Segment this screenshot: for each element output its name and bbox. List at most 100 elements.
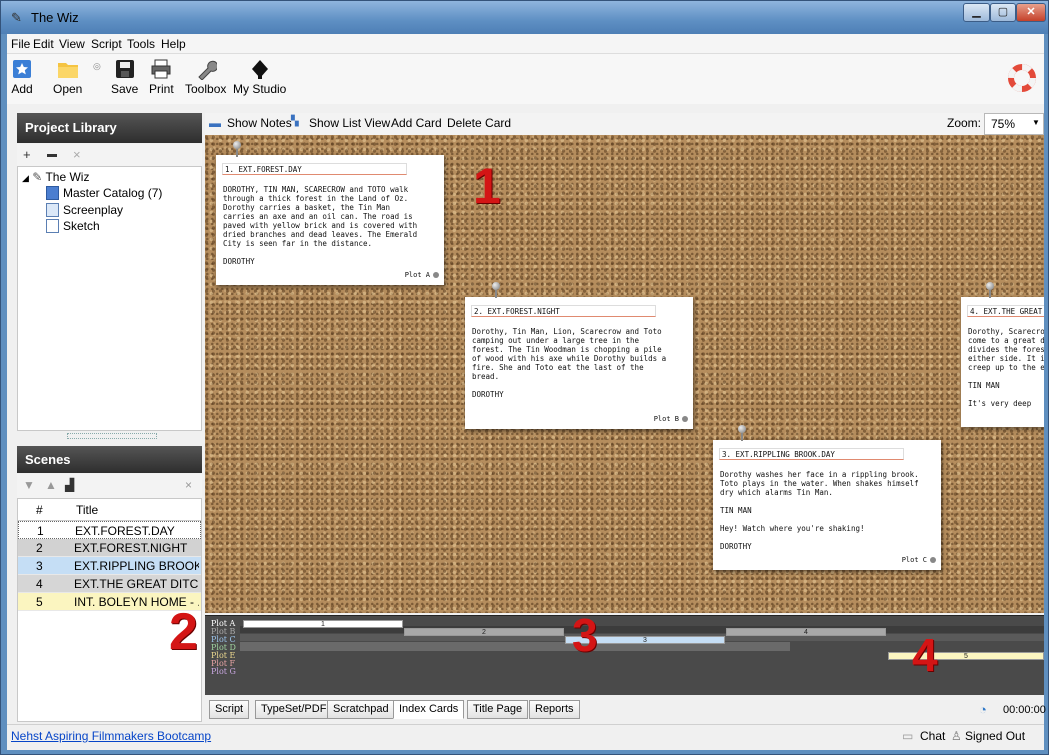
timeline-bar[interactable]: 2 (404, 628, 564, 636)
card-body[interactable]: DOROTHY, TIN MAN, SCARECROW and TOTO wal… (223, 185, 417, 266)
sketch-icon (46, 219, 59, 233)
catalog-icon (46, 186, 59, 200)
app-logo-icon: ✎ (11, 10, 22, 25)
open-button[interactable]: Open (53, 58, 82, 96)
close-button[interactable]: ✕ (1016, 3, 1046, 22)
open-label: Open (53, 82, 83, 96)
project-library-header: Project Library (17, 113, 202, 143)
split-scene-icon[interactable]: ▟ (65, 478, 74, 492)
remove-scene-icon[interactable]: × (185, 478, 192, 492)
tab-index-cards[interactable]: Index Cards (393, 700, 465, 719)
delete-icon[interactable]: × (73, 147, 81, 162)
table-row[interactable]: 3 EXT.RIPPLING BROOK.... (18, 557, 201, 575)
move-down-icon[interactable]: ▼ (23, 478, 35, 492)
zoom-select[interactable]: 75% ▼ (984, 113, 1044, 135)
menu-bar: File Edit View Script Tools Help (7, 34, 1044, 54)
index-card-2[interactable]: 2. EXT.FOREST.NIGHT Dorothy, Tin Man, Li… (465, 297, 693, 429)
card-heading[interactable]: 4. EXT.THE GREAT DI (967, 305, 1044, 317)
table-row[interactable]: 2 EXT.FOREST.NIGHT (18, 539, 201, 557)
zoom-label: Zoom: (947, 116, 982, 130)
tab-reports[interactable]: Reports (529, 700, 580, 719)
tree-item-master-catalog[interactable]: Master Catalog (7) (46, 186, 162, 200)
project-icon: ✎ (32, 170, 43, 184)
view-tabs: Script TypeSet/PDF Scratchpad Index Card… (205, 697, 1046, 722)
scene-number: 3 (36, 559, 43, 573)
chat-icon: ▭ (902, 729, 914, 743)
plot-timeline[interactable]: Plot A Plot B Plot C Plot D Plot E Plot … (205, 609, 1044, 695)
clock-icon[interactable]: ◔ (979, 702, 987, 717)
tab-typeset-pdf[interactable]: TypeSet/PDF (255, 700, 333, 719)
main-toolbar: Add Open ◎ Save Print Toolbox My Studio (7, 54, 1044, 104)
card-body[interactable]: Dorothy, Tin Man, Lion, Scarecrow and To… (472, 327, 666, 415)
pushpin-icon (231, 141, 243, 157)
scene-title: EXT.RIPPLING BROOK.... (74, 559, 199, 573)
tree-item-sketch[interactable]: Sketch (46, 219, 100, 233)
scene-number: 1 (37, 524, 44, 538)
scene-number: 5 (36, 595, 43, 609)
scenes-toolbar: ▼ ▲ ▟ × (17, 474, 202, 498)
menu-help[interactable]: Help (161, 37, 186, 51)
maximize-button[interactable]: ▢ (990, 3, 1016, 22)
scene-title: EXT.THE GREAT DITC... (74, 577, 199, 591)
move-up-icon[interactable]: ▲ (45, 478, 57, 492)
signed-out-status[interactable]: Signed Out (965, 729, 1025, 743)
pushpin-icon (490, 282, 502, 298)
open-dropdown[interactable]: ◎ (93, 58, 101, 72)
save-label: Save (111, 82, 139, 96)
card-body[interactable]: Dorothy washes her face in a rippling br… (720, 470, 919, 551)
table-row[interactable]: 1 EXT.FOREST.DAY (18, 521, 201, 539)
menu-tools[interactable]: Tools (127, 37, 155, 51)
toolbox-button[interactable]: Toolbox (185, 58, 226, 96)
menu-view[interactable]: View (59, 37, 85, 51)
annotation-2: 2 (169, 603, 198, 661)
menu-script[interactable]: Script (91, 37, 122, 51)
plus-icon[interactable]: + (23, 147, 31, 162)
help-lifebuoy-icon[interactable] (1008, 64, 1036, 92)
index-card-3[interactable]: 3. EXT.RIPPLING BROOK.DAY Dorothy washes… (713, 440, 941, 570)
project-library-toolbar: + ▬ × (17, 144, 202, 166)
card-body[interactable]: Dorothy, Scarecrow come to a great di di… (968, 327, 1044, 408)
index-card-4[interactable]: 4. EXT.THE GREAT DI Dorothy, Scarecrow c… (961, 297, 1044, 427)
show-notes-button[interactable]: Show Notes (227, 116, 292, 130)
tree-root[interactable]: ◢ ✎ The Wiz (22, 170, 89, 184)
tree-item-label: Screenplay (63, 203, 124, 217)
show-list-view-button[interactable]: Show List View (309, 116, 390, 130)
card-plot: Plot A (404, 271, 440, 279)
add-card-button[interactable]: Add Card (391, 116, 442, 130)
new-folder-icon[interactable]: ▬ (47, 149, 57, 160)
tab-script[interactable]: Script (209, 700, 250, 719)
delete-card-button[interactable]: Delete Card (447, 116, 511, 130)
timeline-bar[interactable]: 1 (243, 620, 403, 628)
menu-edit[interactable]: Edit (33, 37, 54, 51)
table-row[interactable]: 4 EXT.THE GREAT DITC... (18, 575, 201, 593)
chat-button[interactable]: Chat (920, 729, 945, 743)
time-display: 00:00:00 (1003, 704, 1046, 716)
annotation-1: 1 (473, 158, 501, 214)
print-label: Print (149, 82, 174, 96)
expand-arrow-icon[interactable]: ◢ (22, 173, 29, 183)
tab-title-page[interactable]: Title Page (467, 700, 529, 719)
print-button[interactable]: Print (149, 58, 174, 96)
card-heading[interactable]: 2. EXT.FOREST.NIGHT (471, 305, 656, 317)
timeline-bar[interactable]: 4 (726, 628, 886, 636)
corkboard-toolbar: ▬ Show Notes ▚ Show List View Add Card D… (205, 113, 1044, 135)
add-button[interactable]: Add (11, 58, 33, 96)
screenplay-icon (46, 203, 59, 217)
splitter-handle[interactable] (67, 433, 157, 439)
card-heading[interactable]: 3. EXT.RIPPLING BROOK.DAY (719, 448, 904, 460)
tab-scratchpad[interactable]: Scratchpad (327, 700, 395, 719)
minimize-button[interactable]: ▁ (963, 3, 990, 22)
save-button[interactable]: Save (111, 58, 138, 96)
card-heading[interactable]: 1. EXT.FOREST.DAY (222, 163, 407, 175)
app-window: ✎ The Wiz ▁ ▢ ✕ File Edit View Script To… (0, 0, 1049, 755)
toolbox-label: Toolbox (185, 82, 227, 96)
bootcamp-link[interactable]: Nehst Aspiring Filmmakers Bootcamp (11, 729, 211, 743)
user-icon: ♙ (951, 729, 962, 743)
my-studio-button[interactable]: My Studio (233, 58, 286, 96)
corkboard[interactable]: 1. EXT.FOREST.DAY DOROTHY, TIN MAN, SCAR… (205, 135, 1044, 613)
menu-file[interactable]: File (11, 37, 30, 51)
window-title: The Wiz (31, 10, 79, 25)
tree-item-screenplay[interactable]: Screenplay (46, 203, 123, 217)
scenes-table-header: # Title (18, 499, 201, 521)
index-card-1[interactable]: 1. EXT.FOREST.DAY DOROTHY, TIN MAN, SCAR… (216, 155, 444, 285)
